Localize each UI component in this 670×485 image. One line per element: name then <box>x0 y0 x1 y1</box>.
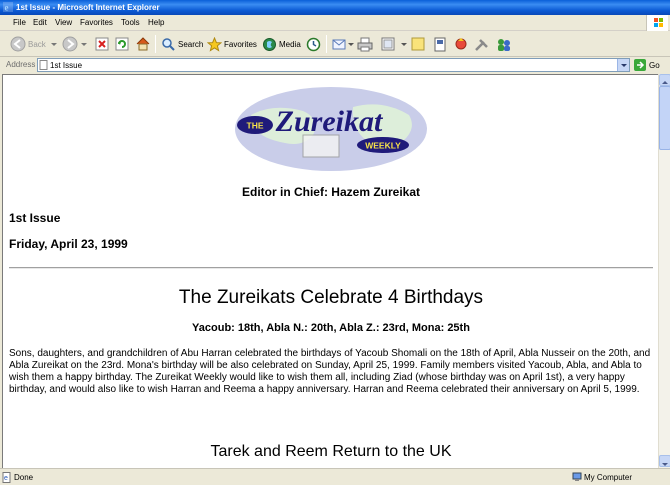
stop-button[interactable] <box>95 34 109 54</box>
scroll-up-button[interactable] <box>659 74 670 86</box>
editor-line: Editor in Chief: Hazem Zureikat <box>241 185 421 199</box>
award-icon <box>455 37 467 49</box>
address-bar: Address 1st Issue Go <box>0 57 670 73</box>
home-button[interactable] <box>135 34 151 54</box>
forward-button[interactable] <box>62 34 88 54</box>
search-label: Search <box>178 39 204 49</box>
star-icon <box>207 36 222 52</box>
menu-help[interactable]: Help <box>148 18 164 27</box>
menu-tools[interactable]: Tools <box>121 18 140 27</box>
page-icon <box>39 60 48 70</box>
vertical-scrollbar[interactable] <box>658 74 670 468</box>
mail-button[interactable] <box>332 34 354 54</box>
windows-flag-icon <box>646 15 668 31</box>
search-icon <box>162 37 175 51</box>
users-button[interactable] <box>496 34 512 54</box>
forward-arrow-icon <box>62 36 78 52</box>
menu-bar: File Edit View Favorites Tools Help <box>0 15 670 31</box>
browser-window: e 1st Issue - Microsoft Internet Explore… <box>0 0 670 485</box>
article-subhead: Yacoub: 18th, Abla N.: 20th, Abla Z.: 23… <box>192 322 470 334</box>
tools-icon <box>475 38 488 51</box>
refresh-button[interactable] <box>115 34 129 54</box>
article-headline: The Zureikats Celebrate 4 Birthdays <box>178 287 484 308</box>
back-arrow-icon <box>10 36 26 52</box>
issue-title: 1st Issue <box>9 211 61 225</box>
menu-edit[interactable]: Edit <box>33 18 47 27</box>
go-label: Go <box>649 60 660 70</box>
scroll-thumb[interactable] <box>659 86 670 150</box>
discuss-button[interactable] <box>411 34 425 54</box>
page-content: THE Zureikat WEEKLY Editor in Chief: Haz… <box>2 74 658 468</box>
home-icon <box>136 37 150 51</box>
zureikat-weekly-logo: THE Zureikat WEEKLY <box>235 87 427 171</box>
ie-icon: e <box>3 2 13 12</box>
menu-favorites[interactable]: Favorites <box>80 18 113 27</box>
print-button[interactable] <box>357 34 373 54</box>
media-button[interactable]: Media <box>262 34 301 54</box>
mail-icon <box>332 39 346 50</box>
address-dropdown-button[interactable] <box>617 59 629 71</box>
second-headline: Tarek and Reem Return to the UK <box>210 443 452 460</box>
status-bar: e Done My Computer <box>0 468 670 485</box>
go-arrow-icon <box>634 59 646 71</box>
back-label: Back <box>28 39 46 49</box>
toolbar-separator <box>326 35 327 53</box>
chevron-down-icon <box>81 43 87 46</box>
media-icon <box>263 37 276 51</box>
search-button[interactable]: Search <box>161 34 203 54</box>
window-title: 1st Issue - Microsoft Internet Explorer <box>16 3 160 12</box>
title-bar: e 1st Issue - Microsoft Internet Explore… <box>0 0 670 15</box>
edit-page-icon <box>381 37 395 51</box>
media-label: Media <box>279 39 301 49</box>
tools-button[interactable] <box>474 34 490 54</box>
status-text: Done <box>14 473 34 482</box>
chevron-down-icon <box>621 64 627 67</box>
menu-view[interactable]: View <box>55 18 72 27</box>
history-button[interactable] <box>306 34 321 54</box>
users-icon <box>498 38 510 51</box>
favorites-label: Favorites <box>224 39 257 49</box>
logo-weekly: WEEKLY <box>365 141 401 151</box>
address-label: Address <box>6 60 36 69</box>
scroll-down-button[interactable] <box>659 455 670 467</box>
toolbar-separator <box>155 35 156 53</box>
logo-the: THE <box>247 121 264 131</box>
refresh-icon <box>115 37 129 51</box>
chevron-down-icon <box>401 43 407 46</box>
history-icon <box>306 37 321 51</box>
stop-icon <box>95 37 109 51</box>
toolbar: Back Search Favorites Media <box>0 31 670 57</box>
messenger-button[interactable] <box>453 34 469 54</box>
article-body: Sons, daughters, and grandchildren of Ab… <box>9 348 651 395</box>
printer-icon <box>357 37 373 51</box>
menu-file[interactable]: File <box>13 18 26 27</box>
page-done-icon: e <box>2 472 11 483</box>
address-input[interactable]: 1st Issue <box>37 58 630 72</box>
favorites-button[interactable]: Favorites <box>207 34 257 54</box>
logo-name: Zureikat <box>275 105 384 138</box>
issue-date: Friday, April 23, 1999 <box>9 237 128 251</box>
svg-text:e: e <box>5 3 9 13</box>
divider <box>9 267 653 269</box>
note-icon <box>411 37 425 51</box>
chevron-down-icon <box>50 43 57 46</box>
go-button[interactable]: Go <box>634 58 670 72</box>
research-button[interactable] <box>433 34 447 54</box>
back-button[interactable]: Back <box>10 34 58 54</box>
address-value: 1st Issue <box>50 61 83 70</box>
research-icon <box>434 37 446 51</box>
computer-icon <box>572 472 582 481</box>
chevron-down-icon <box>348 43 354 46</box>
edit-button[interactable] <box>381 34 407 54</box>
security-zone: My Computer <box>584 473 633 482</box>
svg-text:e: e <box>4 475 8 482</box>
